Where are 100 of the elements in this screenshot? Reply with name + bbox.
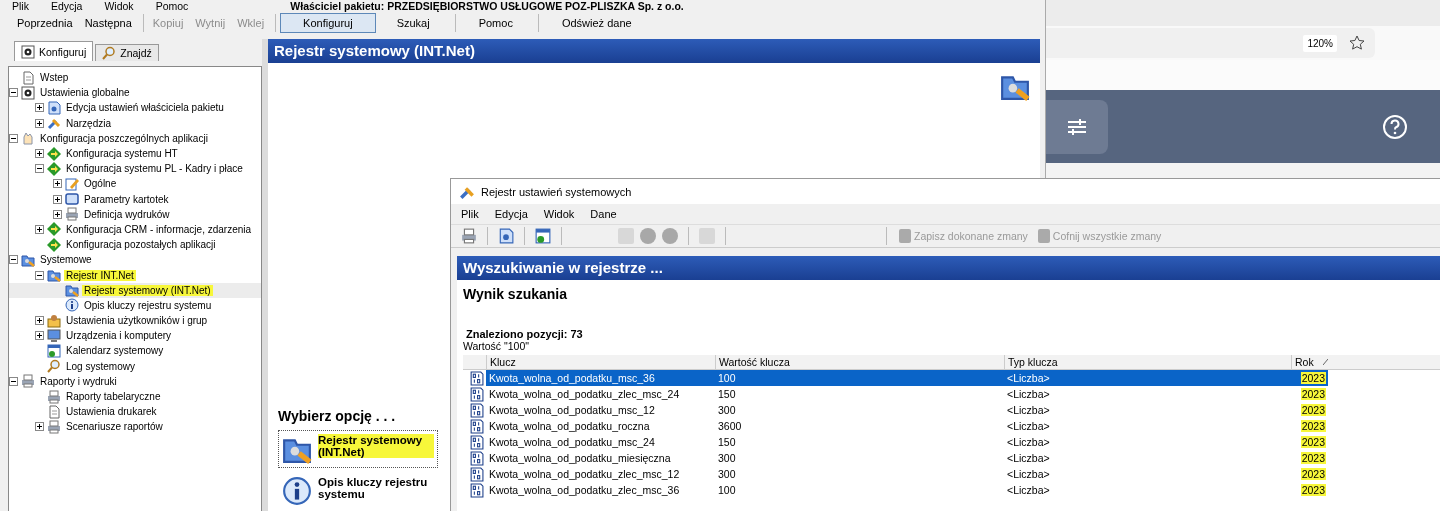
table-cell-text: <Liczba> xyxy=(1006,483,1051,498)
tree-item[interactable]: Log systemowy xyxy=(9,358,261,374)
collapse-icon[interactable] xyxy=(35,270,44,280)
expand-icon[interactable] xyxy=(53,209,62,219)
tree-item[interactable]: Wstep xyxy=(9,70,261,86)
tree-item[interactable]: Konfiguracja systemu HT xyxy=(9,145,261,162)
expand-icon[interactable] xyxy=(35,422,44,432)
tree-item[interactable]: Raporty i wydruki xyxy=(9,373,261,389)
option-link[interactable]: Rejestr systemowy (INT.Net) xyxy=(278,430,438,468)
binary-icon xyxy=(469,402,484,418)
tree-icon xyxy=(47,419,61,434)
table-cell-text: Kwota_wolna_od_podatku_msc_24 xyxy=(488,435,656,450)
help-icon[interactable] xyxy=(1382,113,1408,140)
tree-item[interactable]: Rejestr systemowy (INT.Net) xyxy=(9,282,261,298)
tree-item[interactable]: Opis kluczy rejestru systemu xyxy=(9,297,261,313)
table-cell-text: 150 xyxy=(717,435,737,450)
table-cell: Kwota_wolna_od_podatku_msc_36 xyxy=(486,370,715,386)
tree-icon xyxy=(47,343,61,358)
menu-item[interactable]: Plik xyxy=(461,208,479,220)
table-cell-text: <Liczba> xyxy=(1006,467,1051,482)
table-cell-text: Kwota_wolna_od_podatku_roczna xyxy=(488,419,651,434)
table-cell-text: 3600 xyxy=(717,419,743,434)
option-link[interactable]: Opis kluczy rejestru systemu xyxy=(278,472,438,510)
content-title: Rejestr systemowy (INT.Net) xyxy=(268,39,1040,63)
tree-item[interactable]: Narzędzia xyxy=(9,115,261,131)
tree-item[interactable]: Konfiguracja poszczególnych aplikacji xyxy=(9,130,261,146)
expand-icon[interactable] xyxy=(35,331,44,341)
table-cell: 2023 xyxy=(1300,388,1326,400)
column-header[interactable]: Typ klucza xyxy=(1004,355,1291,369)
tree-item[interactable]: Definicja wydruków xyxy=(9,206,261,222)
tree-item[interactable]: Scenariusze raportów xyxy=(9,419,261,435)
table-cell-text: Kwota_wolna_od_podatku_zlec_msc_36 xyxy=(488,483,681,498)
toolbar-button[interactable]: Pomoc xyxy=(459,13,532,33)
menu-item[interactable]: Widok xyxy=(104,0,134,12)
collapse-icon[interactable] xyxy=(9,88,18,98)
tree-item[interactable]: Urządzenia i komputery xyxy=(9,328,261,344)
collapse-icon[interactable] xyxy=(9,255,18,265)
table-cell: 2023 xyxy=(1300,436,1326,448)
column-header[interactable]: Wartość klucza xyxy=(715,355,1004,369)
tree-icon xyxy=(47,161,61,176)
binary-icon xyxy=(469,450,484,466)
column-header[interactable]: Rok xyxy=(1291,355,1328,369)
tree-item[interactable]: Ustawienia drukarek xyxy=(9,404,261,420)
expand-icon[interactable] xyxy=(35,103,44,113)
filter-button[interactable] xyxy=(1045,99,1108,154)
zoom-level[interactable]: 120% xyxy=(1303,34,1337,52)
expand-icon[interactable] xyxy=(53,194,62,204)
column-header[interactable]: Klucz xyxy=(486,355,715,369)
binary-icon xyxy=(469,482,484,498)
table-cell-text: <Liczba> xyxy=(1006,435,1051,450)
expand-icon[interactable] xyxy=(35,118,44,128)
tree-icon xyxy=(47,404,61,419)
tree-item[interactable]: Raporty tabelaryczne xyxy=(9,388,261,405)
table-cell-text: Kwota_wolna_od_podatku_zlec_msc_24 xyxy=(488,387,681,402)
collapse-icon[interactable] xyxy=(9,133,18,143)
tree-item[interactable]: Kalendarz systemowy xyxy=(9,343,261,359)
tree-icon xyxy=(47,328,61,343)
tree-item[interactable]: Edycja ustawień właściciela pakietu xyxy=(9,100,261,116)
address-bar[interactable]: 120% xyxy=(1045,28,1375,58)
collapse-icon[interactable] xyxy=(9,376,18,386)
tree-item[interactable]: Konfiguracja pozostałych aplikacji xyxy=(9,237,261,253)
tree-item[interactable]: Ogólne xyxy=(9,176,261,192)
tree-icon xyxy=(65,298,79,313)
tree-item[interactable]: Ustawienia użytkowników i grup xyxy=(9,313,261,329)
table-cell-text: Kwota_wolna_od_podatku_zlec_msc_12 xyxy=(488,467,681,482)
menu-item[interactable]: Widok xyxy=(543,208,575,220)
tree-icon xyxy=(47,222,61,237)
table-cell-text: 300 xyxy=(717,403,737,418)
menu-item[interactable]: Dane xyxy=(590,208,617,220)
menu-item[interactable]: Edycja xyxy=(50,0,83,12)
panel-tab[interactable]: Konfiguruj xyxy=(14,41,94,61)
tree-item[interactable]: Systemowe xyxy=(9,252,261,268)
expand-icon[interactable] xyxy=(53,179,62,189)
menu-item[interactable]: Plik xyxy=(12,0,29,12)
panel-tab[interactable]: Znajdź xyxy=(95,44,159,61)
menu-item[interactable]: Edycja xyxy=(494,208,528,220)
toolbar-button[interactable]: Odśwież dane xyxy=(542,13,651,33)
toolbar-button[interactable]: Następna xyxy=(79,13,137,33)
tree-icon xyxy=(65,192,79,207)
toolbar-button[interactable]: Szukaj xyxy=(377,13,449,33)
toolbar-button[interactable]: Poprzednia xyxy=(12,13,78,33)
table-cell-text: Kwota_wolna_od_podatku_msc_12 xyxy=(488,403,656,418)
tree-item[interactable]: Parametry kartotek xyxy=(9,191,261,207)
tree-item[interactable]: Konfiguracja CRM - informacje, zdarzenia xyxy=(9,221,261,238)
tree-icon xyxy=(21,85,35,100)
toolbar-button[interactable]: Konfiguruj xyxy=(280,13,376,33)
star-icon[interactable] xyxy=(1349,35,1365,51)
tree-icon xyxy=(21,70,35,85)
table-cell-text: 300 xyxy=(717,451,737,466)
tree-item[interactable]: Rejestr INT.Net xyxy=(9,267,261,283)
table-cell-text: <Liczba> xyxy=(1006,419,1051,434)
expand-icon[interactable] xyxy=(35,316,44,326)
collapse-icon[interactable] xyxy=(35,164,44,174)
tree-item[interactable]: Ustawienia globalne xyxy=(9,85,261,101)
tree-item[interactable]: Konfiguracja systemu PL - Kadry i płace xyxy=(9,161,261,177)
expand-icon[interactable] xyxy=(35,149,44,159)
menu-item[interactable]: Pomoc xyxy=(155,0,189,12)
expand-icon[interactable] xyxy=(35,224,44,234)
table-cell-text: <Liczba> xyxy=(1006,387,1051,402)
binary-icon xyxy=(469,370,484,386)
